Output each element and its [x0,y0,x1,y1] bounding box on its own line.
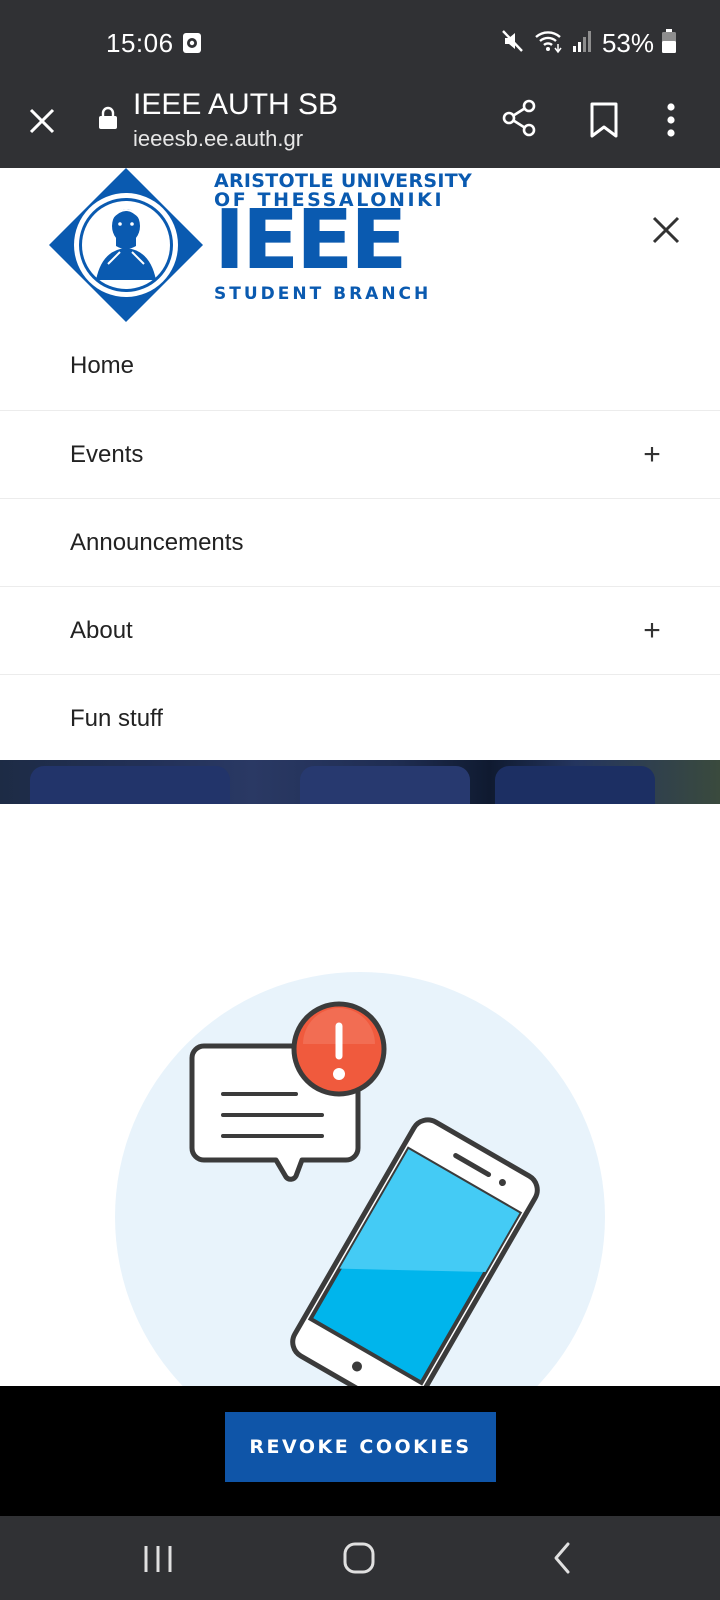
home-icon[interactable] [342,1538,376,1583]
close-icon [29,108,55,134]
nav-item-label: Fun stuff [70,704,163,732]
revoke-cookies-button[interactable]: REVOKE COOKIES [225,1412,496,1482]
site-logo[interactable]: ARISTOTLE UNIVERSITY OF THESSALONIKI IEE… [46,168,472,322]
photo-figure [30,766,230,804]
signal-icon [572,29,594,58]
status-bar: 15:06 53% [0,0,720,84]
phone-notification-illustration [0,804,720,1386]
nav-item-label: Announcements [70,528,244,556]
aristotle-emblem-icon [49,168,203,322]
nav-item-label: About [70,616,133,644]
lock-icon [98,106,118,135]
battery-level: 53% [601,28,654,58]
wifi-icon [534,28,564,59]
status-time: 15:06 [106,28,174,58]
expand-icon[interactable]: + [640,614,664,648]
close-tab-button[interactable] [22,96,62,146]
more-vert-icon[interactable] [664,100,678,145]
system-nav-bar [0,1516,720,1600]
page-url[interactable]: ieeesb.ee.auth.gr [133,126,303,152]
screen-record-icon [182,32,202,59]
back-icon[interactable] [548,1538,576,1583]
close-icon [652,216,680,244]
site-header: ARISTOTLE UNIVERSITY OF THESSALONIKI IEE… [0,168,720,322]
recents-icon[interactable] [142,1538,174,1583]
mute-icon [500,28,526,59]
page-title[interactable]: IEEE AUTH SB [133,88,338,122]
logo-ieee-text: IEEE [214,193,407,288]
photo-figure [300,766,470,804]
battery-icon [662,29,676,58]
share-icon[interactable] [500,98,540,143]
browser-toolbar: IEEE AUTH SB ieeesb.ee.auth.gr [0,84,720,168]
hero-photo [0,760,720,804]
alert-icon [291,1001,387,1097]
nav-item-announcements[interactable]: Announcements [0,498,720,586]
photo-figure [495,766,655,804]
bookmark-icon[interactable] [586,100,622,145]
nav-item-label: Events [70,440,144,468]
close-menu-button[interactable] [646,210,686,250]
nav-item-label: Home [70,352,135,379]
nav-item-events[interactable]: Events + [0,410,720,498]
nav-menu: Home Events + Announcements About + Fun … [0,322,720,762]
logo-branch-line: STUDENT BRANCH [214,284,432,304]
nav-item-about[interactable]: About + [0,586,720,674]
cookie-bar: REVOKE COOKIES [0,1386,720,1516]
nav-item-fun-stuff[interactable]: Fun stuff [0,674,720,762]
nav-item-home[interactable]: Home [0,322,720,410]
expand-icon[interactable]: + [640,438,664,472]
status-icons: 53% [500,28,676,59]
